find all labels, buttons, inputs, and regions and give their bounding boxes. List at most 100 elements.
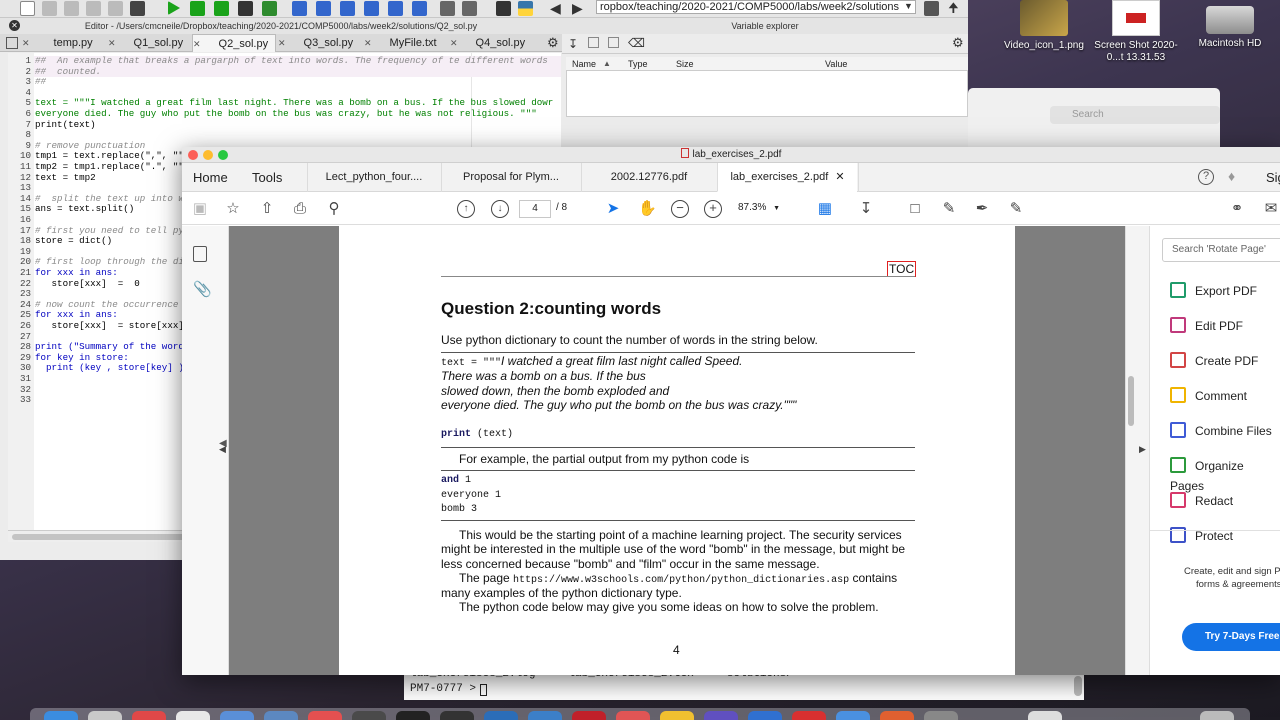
upload-cloud-icon[interactable]: ⇧: [258, 200, 276, 218]
app-dock-icon[interactable]: [748, 711, 782, 720]
app-dock-icon[interactable]: [924, 711, 958, 720]
app-dock-icon[interactable]: [484, 711, 518, 720]
app-dock-icon[interactable]: [792, 711, 826, 720]
code-line[interactable]: 6 everyone died. The guy who put the bomb…: [8, 109, 561, 120]
maximize-pane-icon[interactable]: [440, 1, 455, 16]
desktop-icon-macintosh-hd[interactable]: Macintosh HD: [1180, 0, 1280, 50]
close-pane-icon[interactable]: ✕: [9, 20, 20, 31]
code-line[interactable]: 7 print(text): [8, 120, 561, 131]
acrobat-dock-icon[interactable]: [572, 711, 606, 720]
step-icon[interactable]: [316, 1, 331, 16]
print-icon[interactable]: [108, 1, 123, 16]
highlight-pen-icon[interactable]: ✎: [940, 200, 958, 218]
column-name[interactable]: Name: [572, 57, 596, 71]
gear-icon[interactable]: ⚙: [952, 35, 964, 51]
tool-export-pdf[interactable]: Export PDF: [1170, 281, 1257, 301]
finder-search-input[interactable]: Search: [1050, 106, 1220, 124]
debug-icon[interactable]: [292, 1, 307, 16]
app-dock-icon[interactable]: [704, 711, 738, 720]
bookmark-star-icon[interactable]: ☆: [224, 200, 242, 218]
undo-icon[interactable]: [130, 1, 145, 16]
close-tab-icon[interactable]: ✕: [278, 38, 286, 48]
trash-dock-icon[interactable]: [1200, 711, 1234, 720]
comment-icon[interactable]: □: [906, 200, 924, 218]
select-cursor-icon[interactable]: ➤: [604, 200, 622, 218]
next-page-icon[interactable]: ↓: [491, 200, 509, 218]
close-tab-icon[interactable]: ✕: [193, 39, 201, 49]
import-data-icon[interactable]: ↧: [568, 37, 578, 51]
tab-q3-sol[interactable]: ✕ Q3_sol.py: [278, 34, 362, 52]
tool-create-pdf[interactable]: Create PDF: [1170, 351, 1258, 371]
run-icon[interactable]: [168, 1, 180, 15]
folder-dock-icon[interactable]: [1028, 711, 1062, 720]
app-dock-icon[interactable]: [880, 711, 914, 720]
doc-tab-2002-12776[interactable]: 2002.12776.pdf: [581, 163, 716, 192]
code-line[interactable]: 8: [8, 130, 561, 141]
tool-comment[interactable]: Comment: [1170, 386, 1247, 406]
previous-page-icon[interactable]: ↑: [457, 200, 475, 218]
minimize-window-button[interactable]: [203, 150, 213, 160]
code-line[interactable]: 1 ## An example that breaks a pargarph of…: [8, 56, 561, 67]
code-line[interactable]: 4: [8, 88, 561, 99]
hand-tool-icon[interactable]: ✋: [638, 200, 657, 218]
doc-tab-lect-python[interactable]: Lect_python_four....: [307, 163, 440, 192]
save-icon[interactable]: ▣: [191, 200, 209, 218]
step-into-icon[interactable]: [340, 1, 355, 16]
preferences-icon[interactable]: [496, 1, 511, 16]
fullscreen-icon[interactable]: [462, 1, 477, 16]
close-tab-icon[interactable]: ✕: [108, 38, 116, 48]
forward-arrow-icon[interactable]: ▶: [572, 1, 587, 16]
zoom-in-icon[interactable]: +: [704, 200, 722, 218]
tool-combine-files[interactable]: Combine Files: [1170, 421, 1272, 441]
app-dock-icon[interactable]: [264, 711, 298, 720]
close-tab-icon[interactable]: ✕: [450, 38, 458, 48]
gear-icon[interactable]: ⚙: [547, 35, 559, 51]
app-dock-icon[interactable]: [836, 711, 870, 720]
stop-icon[interactable]: [412, 1, 427, 16]
app-dock-icon[interactable]: [616, 711, 650, 720]
tool-protect[interactable]: Protect: [1170, 526, 1233, 546]
doc-tab-lab-exercises[interactable]: lab_exercises_2.pdf ✕: [717, 163, 857, 192]
run-file-icon[interactable]: [190, 1, 205, 16]
close-window-button[interactable]: [188, 150, 198, 160]
collapse-left-arrow[interactable]: ◀: [219, 444, 226, 455]
code-line[interactable]: 5 text = """I watched a great film last n…: [8, 98, 561, 109]
launchpad-dock-icon[interactable]: [88, 711, 122, 720]
close-tab-icon[interactable]: ✕: [364, 38, 372, 48]
search-zoom-icon[interactable]: ⚲: [325, 200, 343, 218]
mail-icon[interactable]: ✉: [1262, 200, 1280, 218]
tool-organize-pages[interactable]: Organize Pages: [1170, 456, 1280, 493]
toc-link[interactable]: TOC: [887, 261, 917, 277]
tab-q1-sol[interactable]: ✕ Q1_sol.py: [108, 34, 190, 52]
desktop-icon-screenshot[interactable]: Screen Shot 2020-0...t 13.31.53: [1086, 0, 1186, 64]
run-cell-advance-icon[interactable]: [238, 1, 253, 16]
tool-redact[interactable]: Redact: [1170, 491, 1233, 511]
working-directory-input[interactable]: ropbox/teaching/2020-2021/COMP5000/labs/…: [596, 0, 916, 14]
scrolling-mode-icon[interactable]: ↧: [857, 200, 875, 218]
zoom-level-select[interactable]: 87.3% ▼: [738, 202, 794, 213]
erase-icon[interactable]: ⌫: [628, 36, 645, 50]
tab-q2-sol[interactable]: ✕ Q2_sol.py: [192, 34, 276, 52]
zoom-window-button[interactable]: [218, 150, 228, 160]
tool-edit-pdf[interactable]: Edit PDF: [1170, 316, 1243, 336]
app-dock-icon[interactable]: [660, 711, 694, 720]
code-line[interactable]: 3 ##: [8, 77, 561, 88]
step-return-icon[interactable]: [364, 1, 379, 16]
attachments-paperclip-icon[interactable]: 📎: [193, 280, 212, 298]
run-cell-icon[interactable]: [214, 1, 229, 16]
nav-home[interactable]: Home: [193, 163, 228, 192]
doc-tab-proposal[interactable]: Proposal for Plym...: [441, 163, 580, 192]
python-path-icon[interactable]: [518, 1, 533, 16]
page-number-input[interactable]: 4: [519, 200, 551, 218]
app-dock-icon[interactable]: [528, 711, 562, 720]
fill-sign-icon[interactable]: ✎: [1007, 200, 1025, 218]
save-icon[interactable]: [64, 1, 79, 16]
app-dock-icon[interactable]: [352, 711, 386, 720]
app-dock-icon[interactable]: [308, 711, 342, 720]
terminal-dock-icon[interactable]: [396, 711, 430, 720]
run-selection-icon[interactable]: [262, 1, 277, 16]
continue-icon[interactable]: [388, 1, 403, 16]
close-tab-icon[interactable]: ✕: [835, 171, 844, 183]
link-icon[interactable]: ⚭: [1228, 200, 1246, 218]
column-value[interactable]: Value: [825, 57, 847, 71]
